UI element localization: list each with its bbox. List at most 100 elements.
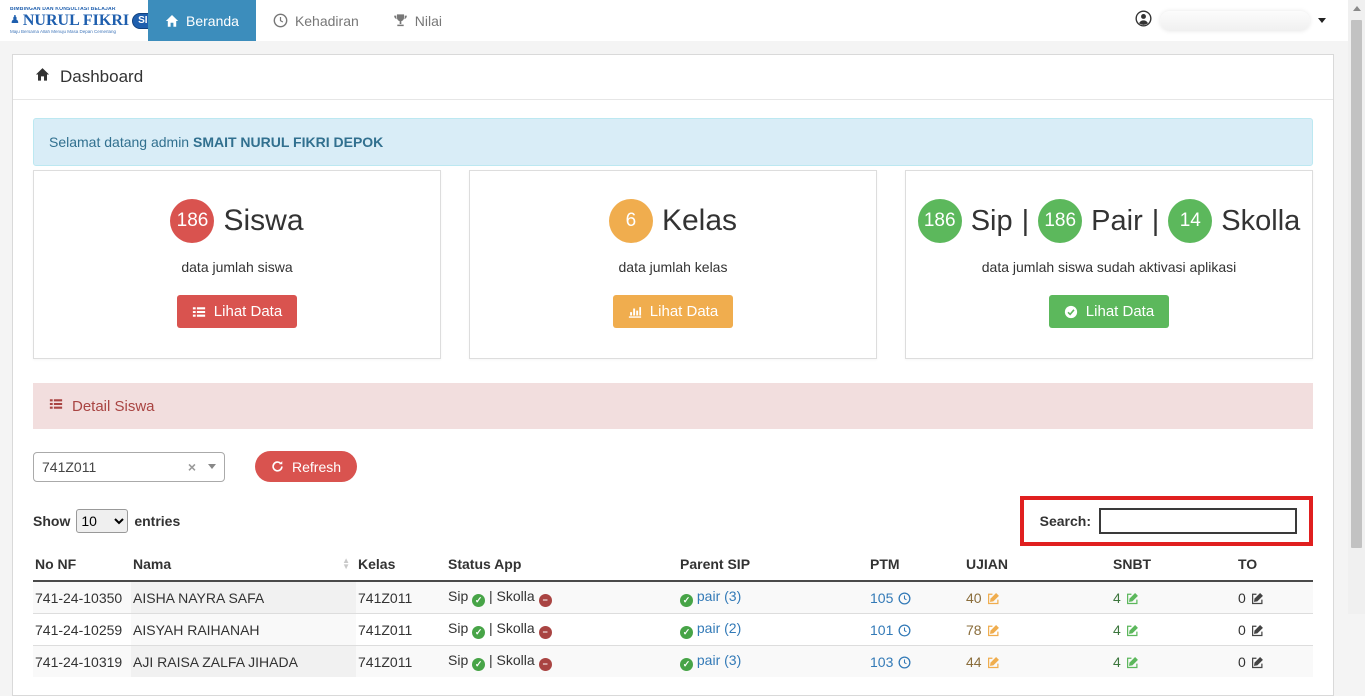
- edit-icon: [1126, 654, 1139, 670]
- minus-circle-icon: [539, 626, 552, 639]
- nav-item-kehadiran[interactable]: Kehadiran: [256, 0, 376, 41]
- sip-count-badge: 186: [918, 199, 962, 243]
- table-controls: Show 10 entries Search:: [33, 496, 1313, 546]
- logo-tagline: Maju Bersama Allah Menuju Masa Depan Cem…: [10, 30, 142, 35]
- ptm-link[interactable]: 101: [870, 622, 911, 638]
- card-title-label: Kelas: [662, 204, 737, 238]
- page-header: Dashboard: [13, 55, 1333, 100]
- col-header-parent-sip: Parent SIP: [678, 550, 868, 581]
- cell-nama: AISHA NAYRA SAFA: [131, 581, 356, 614]
- home-icon: [35, 67, 50, 87]
- col-header-nama[interactable]: Nama: [131, 550, 356, 581]
- snbt-link[interactable]: 4: [1113, 622, 1139, 638]
- th-list-icon: [192, 305, 206, 319]
- cell-nama: AJI RAISA ZALFA JIHADA: [131, 646, 356, 678]
- welcome-text: Selamat datang admin: [49, 134, 189, 150]
- navbar: BIMBINGAN DAN KONSULTASI BELAJAR ♟ NURUL…: [0, 0, 1348, 41]
- cell-status-app: Sip | Skolla: [446, 646, 678, 678]
- ujian-link[interactable]: 44: [966, 654, 1000, 670]
- snbt-link[interactable]: 4: [1113, 654, 1139, 670]
- clock-icon: [898, 622, 911, 638]
- ujian-link[interactable]: 40: [966, 590, 1000, 606]
- pair-link[interactable]: pair (2): [697, 620, 741, 636]
- scrollbar[interactable]: [1348, 0, 1365, 614]
- clock-icon: [898, 654, 911, 670]
- refresh-button[interactable]: Refresh: [255, 451, 357, 482]
- table-row: 741-24-10319 AJI RAISA ZALFA JIHADA 741Z…: [33, 646, 1313, 678]
- check-circle-icon: [680, 658, 693, 671]
- card-description: data jumlah siswa: [42, 259, 432, 275]
- col-header-no-nf: No NF: [33, 550, 131, 581]
- col-header-snbt: SNBT: [1111, 550, 1236, 581]
- to-link[interactable]: 0: [1238, 622, 1264, 638]
- refresh-icon: [271, 460, 284, 473]
- pair-link[interactable]: pair (3): [697, 652, 741, 668]
- welcome-alert: Selamat datang admin SMAIT NURUL FIKRI D…: [33, 118, 1313, 166]
- col-header-kelas: Kelas: [356, 550, 446, 581]
- cell-snbt: 4: [1111, 614, 1236, 646]
- page-length-select[interactable]: 10: [76, 509, 128, 533]
- cell-ptm: 103: [868, 646, 964, 678]
- card-description: data jumlah siswa sudah aktivasi aplikas…: [914, 259, 1304, 275]
- app-logo[interactable]: BIMBINGAN DAN KONSULTASI BELAJAR ♟ NURUL…: [10, 7, 142, 35]
- ujian-link[interactable]: 78: [966, 622, 1000, 638]
- edit-icon: [1251, 622, 1264, 638]
- cell-status-app: Sip | Skolla: [446, 581, 678, 614]
- detail-siswa-title: Detail Siswa: [72, 398, 155, 415]
- cell-kelas: 741Z011: [356, 646, 446, 678]
- nav-label: Beranda: [186, 13, 239, 29]
- lihat-data-kelas-button[interactable]: Lihat Data: [613, 295, 733, 328]
- kelas-select[interactable]: 741Z011 ×: [33, 452, 225, 482]
- card-description: data jumlah kelas: [478, 259, 868, 275]
- col-header-ptm: PTM: [868, 550, 964, 581]
- table-row: 741-24-10350 AISHA NAYRA SAFA 741Z011 Si…: [33, 581, 1313, 614]
- cell-to: 0: [1236, 646, 1313, 678]
- check-circle-icon: [1064, 305, 1078, 319]
- edit-icon: [1251, 590, 1264, 606]
- cell-ujian: 78: [964, 614, 1111, 646]
- nav-label: Kehadiran: [295, 13, 359, 29]
- ptm-link[interactable]: 105: [870, 590, 911, 606]
- minus-circle-icon: [539, 594, 552, 607]
- to-link[interactable]: 0: [1238, 590, 1264, 606]
- snbt-link[interactable]: 4: [1113, 590, 1139, 606]
- search-input[interactable]: [1099, 508, 1297, 534]
- cell-to: 0: [1236, 614, 1313, 646]
- clear-selection-icon[interactable]: ×: [188, 459, 196, 475]
- separator: |: [1152, 205, 1160, 238]
- col-header-ujian: UJIAN: [964, 550, 1111, 581]
- cell-parent-sip: pair (3): [678, 581, 868, 614]
- cell-ptm: 101: [868, 614, 964, 646]
- logo-title: NURUL FIKRI: [23, 13, 129, 29]
- detail-siswa-header: Detail Siswa: [33, 383, 1313, 429]
- kelas-select-value: 741Z011: [42, 459, 188, 475]
- chevron-down-icon: [208, 464, 216, 469]
- trophy-icon: [393, 13, 408, 28]
- to-link[interactable]: 0: [1238, 654, 1264, 670]
- pair-count-badge: 186: [1038, 199, 1082, 243]
- cell-parent-sip: pair (3): [678, 646, 868, 678]
- nav-label: Nilai: [415, 13, 442, 29]
- nav-item-nilai[interactable]: Nilai: [376, 0, 459, 41]
- nav-item-beranda[interactable]: Beranda: [148, 0, 256, 41]
- lihat-data-aktivasi-button[interactable]: Lihat Data: [1049, 295, 1169, 328]
- ptm-link[interactable]: 103: [870, 654, 911, 670]
- stat-cards: 186 Siswa data jumlah siswa Lihat Data 6: [33, 170, 1313, 359]
- scrollbar-up-arrow[interactable]: [1348, 0, 1365, 17]
- main-panel: Dashboard Selamat datang admin SMAIT NUR…: [12, 54, 1334, 696]
- logo-figure-icon: ♟: [10, 15, 20, 26]
- pair-link[interactable]: pair (3): [697, 588, 741, 604]
- user-menu[interactable]: [1135, 0, 1326, 41]
- edit-icon: [987, 654, 1000, 670]
- lihat-data-siswa-button[interactable]: Lihat Data: [177, 295, 297, 328]
- entries-label: entries: [134, 513, 180, 529]
- button-label: Refresh: [292, 459, 341, 475]
- user-name-redacted: [1160, 11, 1310, 31]
- col-header-to: TO: [1236, 550, 1313, 581]
- card-aktivasi: 186 Sip | 186 Pair | 14 Skolla data juml…: [905, 170, 1313, 359]
- card-kelas: 6 Kelas data jumlah kelas Lihat Data: [469, 170, 877, 359]
- cell-status-app: Sip | Skolla: [446, 614, 678, 646]
- minus-circle-icon: [539, 658, 552, 671]
- scrollbar-thumb[interactable]: [1351, 20, 1362, 548]
- cell-no-nf: 741-24-10350: [33, 581, 131, 614]
